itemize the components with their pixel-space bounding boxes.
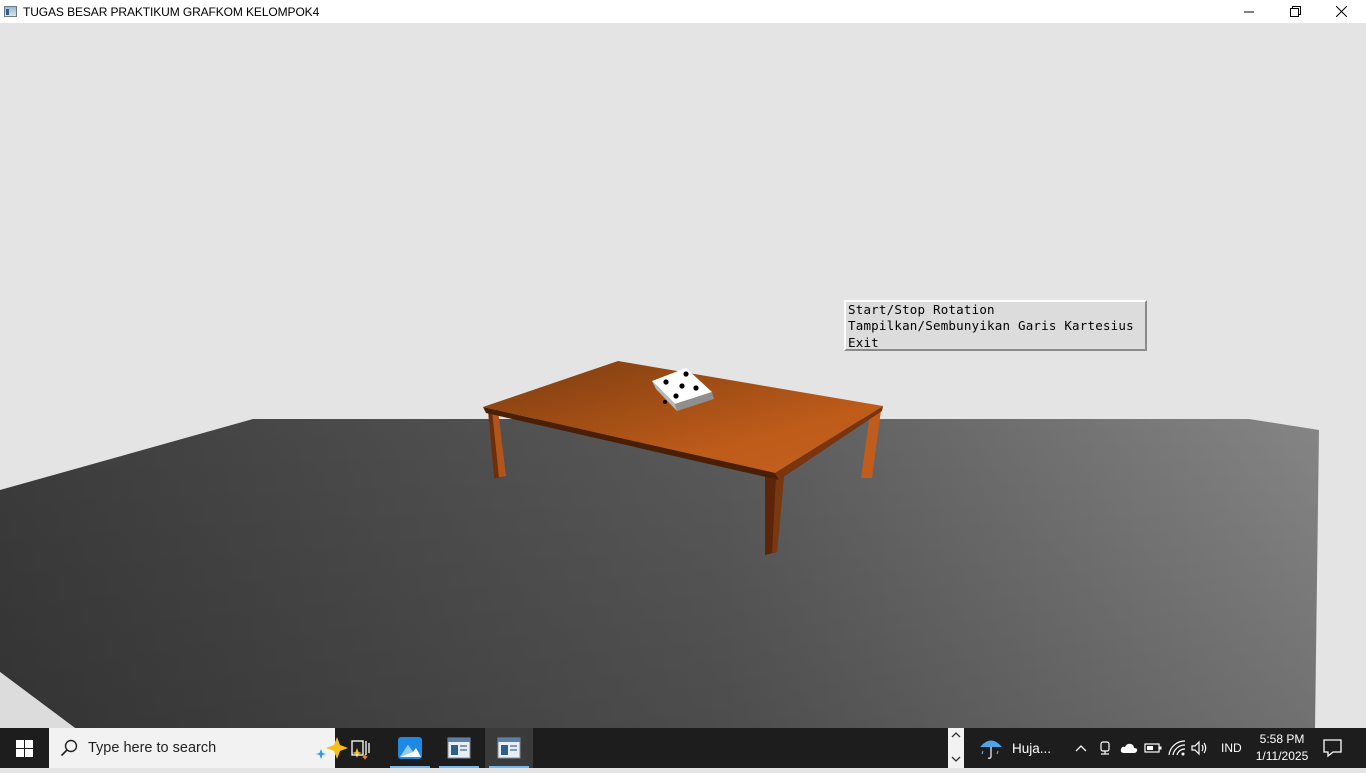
wifi-icon (1168, 740, 1186, 756)
taskbar-scroll[interactable] (948, 728, 964, 768)
taskbar-app-opengl-2[interactable] (485, 728, 533, 768)
weather-widget[interactable]: Huja... (978, 728, 1051, 768)
notification-center-button[interactable] (1322, 737, 1344, 764)
windows-logo-icon (15, 739, 33, 757)
console-window-icon (497, 737, 521, 759)
minimize-icon (1244, 11, 1254, 12)
clock-time: 5:58 PM (1259, 732, 1305, 746)
menu-item-toggle-cartesian-lines[interactable]: Tampilkan/Sembunyikan Garis Kartesius (846, 318, 1145, 334)
battery-button[interactable] (1143, 738, 1163, 758)
input-language[interactable]: IND (1221, 741, 1242, 755)
taskbar: Type here to search Huja... IND 5:58 PM … (0, 728, 1366, 768)
menu-item-exit[interactable]: Exit (846, 335, 1145, 351)
taskbar-app-photos[interactable] (386, 728, 434, 768)
restore-icon (1289, 6, 1301, 17)
minimize-button[interactable] (1226, 0, 1272, 23)
console-window-icon (447, 737, 471, 759)
photos-app-icon (398, 737, 422, 759)
app-icon (4, 6, 17, 17)
close-button[interactable] (1318, 0, 1364, 23)
chevron-up-down-icon (951, 732, 961, 762)
taskbar-app-opengl-1[interactable] (435, 728, 483, 768)
clock[interactable]: 5:58 PM 1/11/2025 (1249, 731, 1315, 765)
onedrive-button[interactable] (1119, 738, 1139, 758)
meet-now-icon (1100, 741, 1110, 755)
start-button[interactable] (0, 728, 48, 768)
battery-icon (1144, 743, 1162, 753)
speaker-icon (1191, 740, 1207, 756)
context-menu: Start/Stop Rotation Tampilkan/Sembunyika… (844, 300, 1147, 351)
clock-date: 1/11/2025 (1255, 749, 1309, 763)
cloud-icon (1120, 743, 1138, 753)
task-view-button[interactable] (336, 728, 384, 768)
notification-icon (1323, 739, 1342, 758)
menu-item-start-stop-rotation[interactable]: Start/Stop Rotation (846, 302, 1145, 318)
meet-now-button[interactable] (1095, 738, 1115, 758)
restore-button[interactable] (1272, 0, 1318, 23)
task-view-icon (351, 740, 370, 756)
weather-text: Huja... (1012, 740, 1052, 756)
taskbar-search-box[interactable]: Type here to search (49, 728, 368, 768)
window-title: TUGAS BESAR PRAKTIKUM GRAFKOM KELOMPOK4 (23, 4, 320, 19)
umbrella-rain-icon (980, 740, 1002, 759)
opengl-canvas[interactable] (0, 23, 1366, 728)
window-title-bar[interactable]: TUGAS BESAR PRAKTIKUM GRAFKOM KELOMPOK4 (0, 0, 1366, 23)
network-button[interactable] (1167, 738, 1187, 758)
search-icon (60, 739, 78, 757)
show-hidden-icons-button[interactable] (1071, 738, 1091, 758)
close-icon (1335, 6, 1347, 17)
floor-shade (0, 419, 1319, 728)
chevron-up-icon (1075, 745, 1087, 752)
search-placeholder: Type here to search (88, 740, 217, 756)
volume-button[interactable] (1190, 738, 1210, 758)
